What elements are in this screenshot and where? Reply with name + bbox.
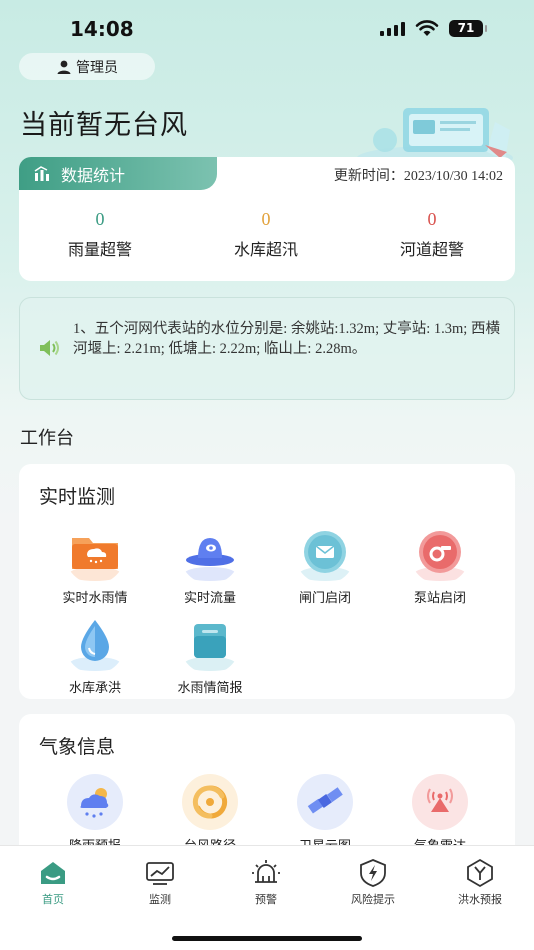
tab-label: 预警 bbox=[255, 893, 277, 906]
folder-rain-icon bbox=[69, 538, 121, 581]
typhoon-icon bbox=[182, 774, 238, 830]
card-title: 实时监测 bbox=[39, 486, 116, 508]
grid-item-label: 泵站启闭 bbox=[413, 591, 466, 606]
stat-label: 雨量超警 bbox=[67, 240, 132, 259]
workbench-title: 工作台 bbox=[20, 428, 74, 449]
tab-warning[interactable]: 预警 bbox=[213, 858, 319, 907]
grid-item-label: 水库承洪 bbox=[68, 681, 121, 696]
tab-label: 监测 bbox=[149, 893, 171, 906]
status-time: 14:08 bbox=[70, 17, 134, 41]
satellite-icon bbox=[297, 774, 353, 830]
grid-item-realtime-flow[interactable]: 实时流量 bbox=[152, 524, 268, 606]
grid-item-gate-control[interactable]: 闸门启闭 bbox=[267, 524, 383, 606]
monitor-icon bbox=[146, 862, 174, 885]
home-indicator[interactable] bbox=[172, 936, 362, 941]
grid-item-reservoir-flood[interactable]: 水库承洪 bbox=[37, 614, 153, 696]
grid-item-pump-control[interactable]: 泵站启闭 bbox=[382, 524, 498, 606]
tab-monitor[interactable]: 监测 bbox=[107, 858, 213, 907]
stat-river-alert[interactable]: 0 河道超警 bbox=[357, 209, 507, 260]
user-role: 管理员 bbox=[76, 59, 118, 76]
card-title: 气象信息 bbox=[39, 736, 116, 758]
warning-icon bbox=[252, 860, 280, 883]
update-time-value: 2023/10/30 14:02 bbox=[403, 169, 503, 184]
radar-icon bbox=[412, 774, 468, 830]
flood-forecast-icon bbox=[467, 858, 493, 888]
realtime-monitoring-card: 实时监测 实时水雨情 实时流量 闸门启闭 泵站启闭 水库承洪 水雨情简报 bbox=[19, 464, 515, 699]
tab-risk[interactable]: 风险提示 bbox=[320, 858, 426, 907]
reservoir-icon bbox=[69, 620, 121, 671]
status-bar: 14:08 71 bbox=[0, 0, 534, 50]
data-stats-tab: 数据统计 bbox=[19, 157, 217, 190]
grid-item-label: 闸门启闭 bbox=[298, 591, 351, 606]
notice-text: 1、五个河网代表站的水位分别是: 余姚站:1.32m; 丈亭站: 1.3m; 西… bbox=[73, 321, 500, 357]
bar-chart-icon bbox=[34, 165, 49, 181]
home-icon bbox=[41, 862, 65, 884]
flow-icon bbox=[184, 538, 236, 581]
stat-rain-alert[interactable]: 0 雨量超警 bbox=[25, 209, 175, 260]
tab-home[interactable]: 首页 bbox=[0, 858, 106, 907]
update-time-label: 更新时间： bbox=[333, 168, 404, 184]
user-role-badge[interactable]: 管理员 bbox=[19, 53, 155, 80]
gate-icon bbox=[299, 531, 351, 581]
grid-item-rain-report[interactable]: 水雨情简报 bbox=[152, 614, 268, 696]
stat-value: 0 bbox=[95, 209, 105, 229]
grid-item-label: 实时水雨情 bbox=[62, 591, 128, 606]
report-icon bbox=[184, 624, 236, 671]
water-level-notice[interactable]: 1、五个河网代表站的水位分别是: 余姚站:1.32m; 丈亭站: 1.3m; 西… bbox=[19, 297, 515, 400]
cellular-signal-icon bbox=[380, 22, 406, 36]
pump-icon bbox=[414, 531, 466, 581]
user-icon bbox=[57, 60, 71, 74]
stat-reservoir-alert[interactable]: 0 水库超汛 bbox=[191, 209, 341, 260]
data-stats-label: 数据统计 bbox=[61, 165, 126, 185]
grid-item-weather-radar[interactable]: 气象雷达 bbox=[382, 772, 498, 854]
tab-label: 洪水预报 bbox=[458, 893, 502, 906]
bottom-tab-bar: 首页 监测 预警 风险提示 洪水预报 bbox=[0, 845, 534, 950]
stat-value: 0 bbox=[427, 209, 437, 229]
grid-item-rain-forecast[interactable]: 降雨预报 bbox=[37, 772, 153, 854]
stat-label: 河道超警 bbox=[399, 240, 464, 259]
stat-label: 水库超汛 bbox=[233, 240, 298, 259]
grid-item-typhoon-path[interactable]: 台风路径 bbox=[152, 772, 268, 854]
speaker-icon bbox=[40, 340, 59, 356]
tab-flood-forecast[interactable]: 洪水预报 bbox=[427, 858, 533, 907]
page-title: 当前暂无台风 bbox=[20, 110, 188, 141]
data-stats-card: 数据统计 更新时间：2023/10/30 14:02 0 雨量超警 0 水库超汛… bbox=[19, 157, 515, 281]
risk-icon bbox=[360, 859, 386, 887]
weather-info-card: 气象信息 降雨预报 台风路径 卫星云图 bbox=[19, 714, 515, 864]
rain-forecast-icon bbox=[67, 774, 123, 830]
tab-label: 风险提示 bbox=[351, 893, 395, 906]
update-time: 更新时间：2023/10/30 14:02 bbox=[334, 165, 503, 185]
battery-icon: 71 bbox=[449, 20, 487, 37]
stat-value: 0 bbox=[261, 209, 271, 229]
grid-item-realtime-rain[interactable]: 实时水雨情 bbox=[37, 524, 153, 606]
wifi-icon bbox=[415, 20, 439, 36]
tab-label: 首页 bbox=[42, 893, 64, 906]
grid-item-label: 水雨情简报 bbox=[177, 681, 243, 696]
grid-item-satellite-cloud[interactable]: 卫星云图 bbox=[267, 772, 383, 854]
grid-item-label: 实时流量 bbox=[183, 591, 236, 606]
